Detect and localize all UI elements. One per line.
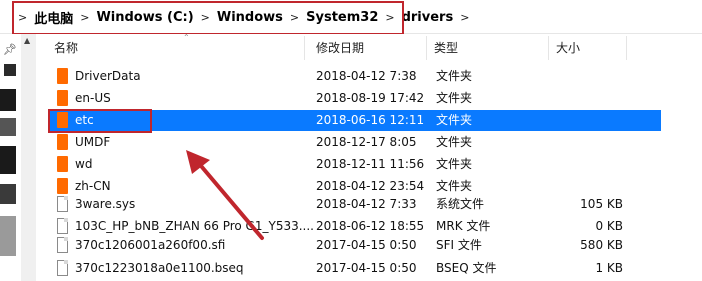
address-highlight-box: [12, 1, 404, 35]
column-name[interactable]: 名称: [54, 34, 78, 62]
file-icon: [57, 260, 68, 276]
file-row[interactable]: wd 2018-12-11 11:56 文件夹: [49, 154, 661, 175]
file-row[interactable]: 370c1223018a0e1100.bseq 2017-04-15 0:50 …: [49, 258, 661, 279]
file-type: SFI 文件: [436, 238, 482, 252]
pin-icon[interactable]: 📌︎: [3, 43, 17, 56]
column-size[interactable]: 大小: [556, 34, 580, 62]
file-icon: [57, 237, 68, 253]
file-type: 文件夹: [436, 91, 473, 105]
file-type: 文件夹: [436, 135, 473, 149]
file-type: 文件夹: [436, 113, 473, 127]
breadcrumb-separator: >: [460, 10, 470, 24]
nav-scrollbar[interactable]: ▲: [21, 34, 36, 281]
file-name: wd: [75, 157, 93, 171]
column-type[interactable]: 类型: [434, 34, 458, 62]
nav-thumbnail: [0, 216, 16, 256]
file-type: 文件夹: [436, 157, 473, 171]
file-type: BSEQ 文件: [436, 261, 497, 275]
file-type: MRK 文件: [436, 219, 491, 233]
annotation-arrow-icon: [186, 150, 264, 240]
file-name: 3ware.sys: [75, 197, 136, 211]
nav-thumbnail: [0, 184, 16, 204]
nav-thumbnail: [0, 89, 16, 111]
file-row[interactable]: 370c1206001a260f00.sfi 2017-04-15 0:50 S…: [49, 235, 661, 256]
column-divider[interactable]: [548, 36, 549, 60]
file-icon: [57, 218, 68, 234]
folder-icon: [57, 90, 68, 106]
column-divider[interactable]: [426, 36, 427, 60]
nav-thumbnail: [4, 64, 16, 76]
column-divider[interactable]: [304, 36, 305, 60]
file-modified: 2018-06-12 18:55: [316, 219, 425, 233]
column-modified[interactable]: 修改日期: [316, 34, 364, 62]
file-row[interactable]: UMDF 2018-12-17 8:05 文件夹: [49, 132, 661, 153]
file-type: 系统文件: [436, 197, 485, 211]
file-modified: 2017-04-15 0:50: [316, 238, 417, 252]
breadcrumb-item-drivers[interactable]: drivers: [399, 10, 457, 25]
file-modified: 2017-04-15 0:50: [316, 261, 417, 275]
file-modified: 2018-12-17 8:05: [316, 135, 417, 149]
folder-icon: [57, 68, 68, 84]
scroll-up-icon[interactable]: ▲: [24, 36, 30, 45]
etc-highlight-box: [48, 109, 152, 133]
sort-caret-icon: ⌃: [183, 33, 190, 42]
file-size: 0 KB: [595, 219, 623, 233]
file-row[interactable]: 3ware.sys 2018-04-12 7:33 系统文件 105 KB: [49, 194, 661, 215]
file-name: 370c1223018a0e1100.bseq: [75, 261, 244, 275]
nav-thumbnail: [0, 146, 16, 174]
nav-thumbnail: [0, 118, 16, 136]
file-size: 105 KB: [580, 197, 623, 211]
file-size: 1 KB: [595, 261, 623, 275]
file-type: 文件夹: [436, 69, 473, 83]
folder-icon: [57, 134, 68, 150]
folder-icon: [57, 178, 68, 194]
file-modified: 2018-04-12 7:33: [316, 197, 417, 211]
file-name: UMDF: [75, 135, 111, 149]
file-modified: 2018-06-16 12:11: [316, 113, 425, 127]
file-row[interactable]: en-US 2018-08-19 17:42 文件夹: [49, 88, 661, 109]
folder-icon: [57, 156, 68, 172]
column-divider[interactable]: [626, 36, 627, 60]
file-modified: 2018-04-12 7:38: [316, 69, 417, 83]
file-modified: 2018-12-11 11:56: [316, 157, 425, 171]
file-icon: [57, 196, 68, 212]
file-row[interactable]: 103C_HP_bNB_ZHAN 66 Pro G1_Y533.... 2018…: [49, 216, 661, 237]
column-header: ⌃ 名称 修改日期 类型 大小: [36, 33, 702, 62]
file-name: DriverData: [75, 69, 141, 83]
file-row[interactable]: DriverData 2018-04-12 7:38 文件夹: [49, 66, 661, 87]
file-size: 580 KB: [580, 238, 623, 252]
file-name: en-US: [75, 91, 111, 105]
file-modified: 2018-08-19 17:42: [316, 91, 425, 105]
